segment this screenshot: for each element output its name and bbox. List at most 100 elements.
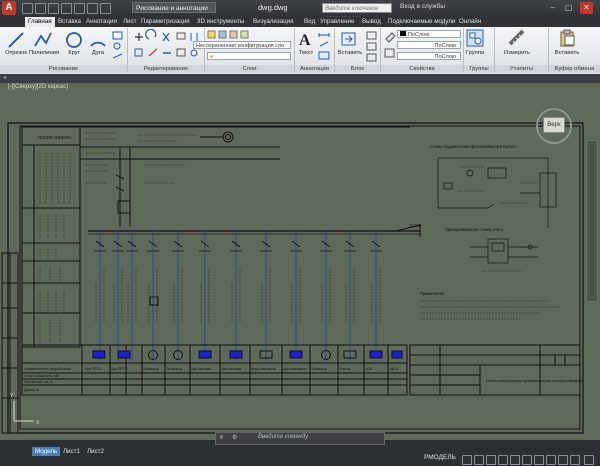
hardware-icon[interactable] — [570, 455, 580, 465]
panel-title-modify[interactable]: Редактирование — [128, 65, 204, 73]
tab-view[interactable]: Вид — [304, 17, 315, 27]
redo-icon[interactable] — [100, 3, 111, 14]
isolate-icon[interactable] — [558, 455, 568, 465]
undo-icon[interactable] — [87, 3, 98, 14]
schema-title-1: Схема подключения фотоячейки при пульте — [430, 144, 517, 149]
arc-label: Дуга — [91, 50, 105, 56]
tab-model[interactable]: Модель — [32, 447, 61, 456]
text-tool-label: Текст — [298, 50, 314, 56]
print-icon[interactable] — [74, 3, 85, 14]
new-icon[interactable] — [22, 3, 33, 14]
signin-button[interactable]: Вход в службы — [400, 3, 445, 10]
grid-icon[interactable] — [462, 455, 472, 465]
color-value: ПоСлою — [408, 32, 430, 38]
tab-parametric[interactable]: Параметризация — [141, 17, 190, 27]
workspace-icon[interactable] — [546, 455, 556, 465]
panel-title-layers[interactable]: Слои — [205, 65, 294, 73]
panel-title-utilities[interactable]: Утилиты — [495, 65, 548, 73]
tab-output[interactable]: Вывод — [362, 17, 381, 27]
tab-layout[interactable]: Лист — [123, 17, 136, 27]
tab-home[interactable]: Главная — [25, 17, 55, 27]
panel-title-properties[interactable]: Свойства — [381, 65, 463, 73]
panel-title-clipboard[interactable]: Буфер обмена — [549, 65, 600, 73]
tab-3d-tools[interactable]: 3D инструменты — [197, 17, 244, 27]
circle-tool[interactable] — [64, 30, 84, 50]
layer-state-select[interactable]: Несохраненная конфигурация сло — [193, 41, 291, 49]
group-tool[interactable] — [466, 29, 484, 47]
text-tool[interactable]: A — [297, 30, 313, 49]
svg-text:A: A — [299, 32, 311, 48]
feeder-cable-text — [95, 268, 381, 323]
text-icon: A — [299, 32, 311, 49]
customize-icon[interactable] — [584, 455, 594, 465]
ucs-icon — [13, 401, 34, 422]
panel-title-annotation[interactable]: Аннотации — [295, 65, 334, 73]
close-button[interactable]: ✕ — [580, 2, 593, 14]
layer-tools[interactable] — [207, 30, 289, 39]
tab-insert[interactable]: Вставка — [58, 17, 81, 27]
save-as-icon[interactable] — [61, 3, 72, 14]
tab-layout1[interactable]: Лист1 — [60, 447, 83, 456]
consumer-name: Щит рекламы — [221, 367, 242, 371]
ucs-x-axis: X — [36, 420, 40, 426]
color-select[interactable]: ПоСлою — [397, 30, 461, 38]
cmdline-close-icon[interactable]: ✕ — [219, 434, 227, 441]
tab-addins[interactable]: Подключаемые модули — [388, 17, 455, 27]
current-layer-select[interactable]: ● — [207, 52, 291, 60]
dimension-icons — [318, 33, 330, 60]
model-space-indicator[interactable]: РМОДЕЛЬ — [424, 454, 456, 461]
polyline-label: Полилиния — [28, 50, 60, 56]
tab-manage[interactable]: Управление — [320, 17, 354, 27]
description-table — [21, 126, 81, 348]
lineweight-icon[interactable] — [522, 455, 532, 465]
title-block-lines — [410, 345, 580, 395]
maximize-button[interactable]: ▢ — [562, 2, 575, 14]
consumer-name: ЩУЭ — [390, 367, 398, 371]
polyline-tool[interactable] — [33, 30, 53, 50]
circle-label: Круг — [68, 50, 80, 56]
panel-title-block[interactable]: Блок — [335, 65, 380, 73]
stamp-text: Схема электрическая принципиальная элект… — [486, 379, 584, 383]
lineweight-select[interactable]: ПоСлою — [397, 52, 461, 60]
linetype-select[interactable]: ПоСлою — [397, 41, 461, 49]
search-input[interactable]: Введите ключевое слово/фразу — [322, 3, 392, 22]
consumer-name: Щит ЯРП-2 — [111, 367, 128, 371]
consumer-name: Щит рекламы — [191, 367, 212, 371]
measure-tool[interactable] — [508, 29, 526, 47]
file-tab-strip — [0, 74, 600, 83]
panel-title-groups[interactable]: Группы — [464, 65, 494, 73]
minimize-button[interactable]: – — [546, 2, 559, 14]
new-file-tab-icon[interactable]: + — [3, 75, 11, 82]
paste-tool[interactable] — [558, 29, 576, 47]
ortho-icon[interactable] — [486, 455, 496, 465]
viewcube-top-face[interactable]: Верх — [543, 117, 565, 133]
consumer-name: Прожектор — [311, 367, 327, 371]
circle-icon — [66, 32, 82, 48]
feeder-lines — [99, 231, 377, 361]
workspace-select[interactable]: Рисование и аннотации — [132, 2, 216, 13]
application-menu-button[interactable]: A — [2, 1, 16, 15]
osnap-icon[interactable] — [510, 455, 520, 465]
insert-block-tool[interactable] — [340, 30, 358, 48]
tab-render[interactable]: Визуализация — [253, 17, 294, 27]
cmdline-settings-icon[interactable]: ⚙ — [232, 434, 240, 441]
line-tool[interactable] — [6, 30, 26, 50]
block-small-tools[interactable] — [366, 30, 378, 62]
snap-icon[interactable] — [474, 455, 484, 465]
navigation-bar[interactable] — [586, 140, 598, 302]
layer-icons — [207, 30, 249, 39]
tab-layout2[interactable]: Лист2 — [84, 447, 107, 456]
save-icon[interactable] — [48, 3, 59, 14]
tab-online[interactable]: Онлайн — [459, 17, 481, 27]
command-input[interactable]: Введите команду — [258, 434, 308, 440]
panel-title-draw[interactable]: Рисование — [0, 65, 127, 73]
arc-tool[interactable] — [88, 30, 108, 50]
open-icon[interactable] — [35, 3, 46, 14]
annotation-small-tools[interactable] — [318, 30, 330, 62]
match-properties-tool[interactable] — [384, 29, 396, 61]
annotation-scale-icon[interactable] — [534, 455, 544, 465]
draw-small-tools[interactable] — [111, 30, 125, 62]
polar-icon[interactable] — [498, 455, 508, 465]
drawing-canvas: ЯЗЛИ6 ОВЛ6К6 0.4кВ Наименование потребит… — [1, 122, 584, 434]
tab-annotate[interactable]: Аннотации — [86, 17, 117, 27]
